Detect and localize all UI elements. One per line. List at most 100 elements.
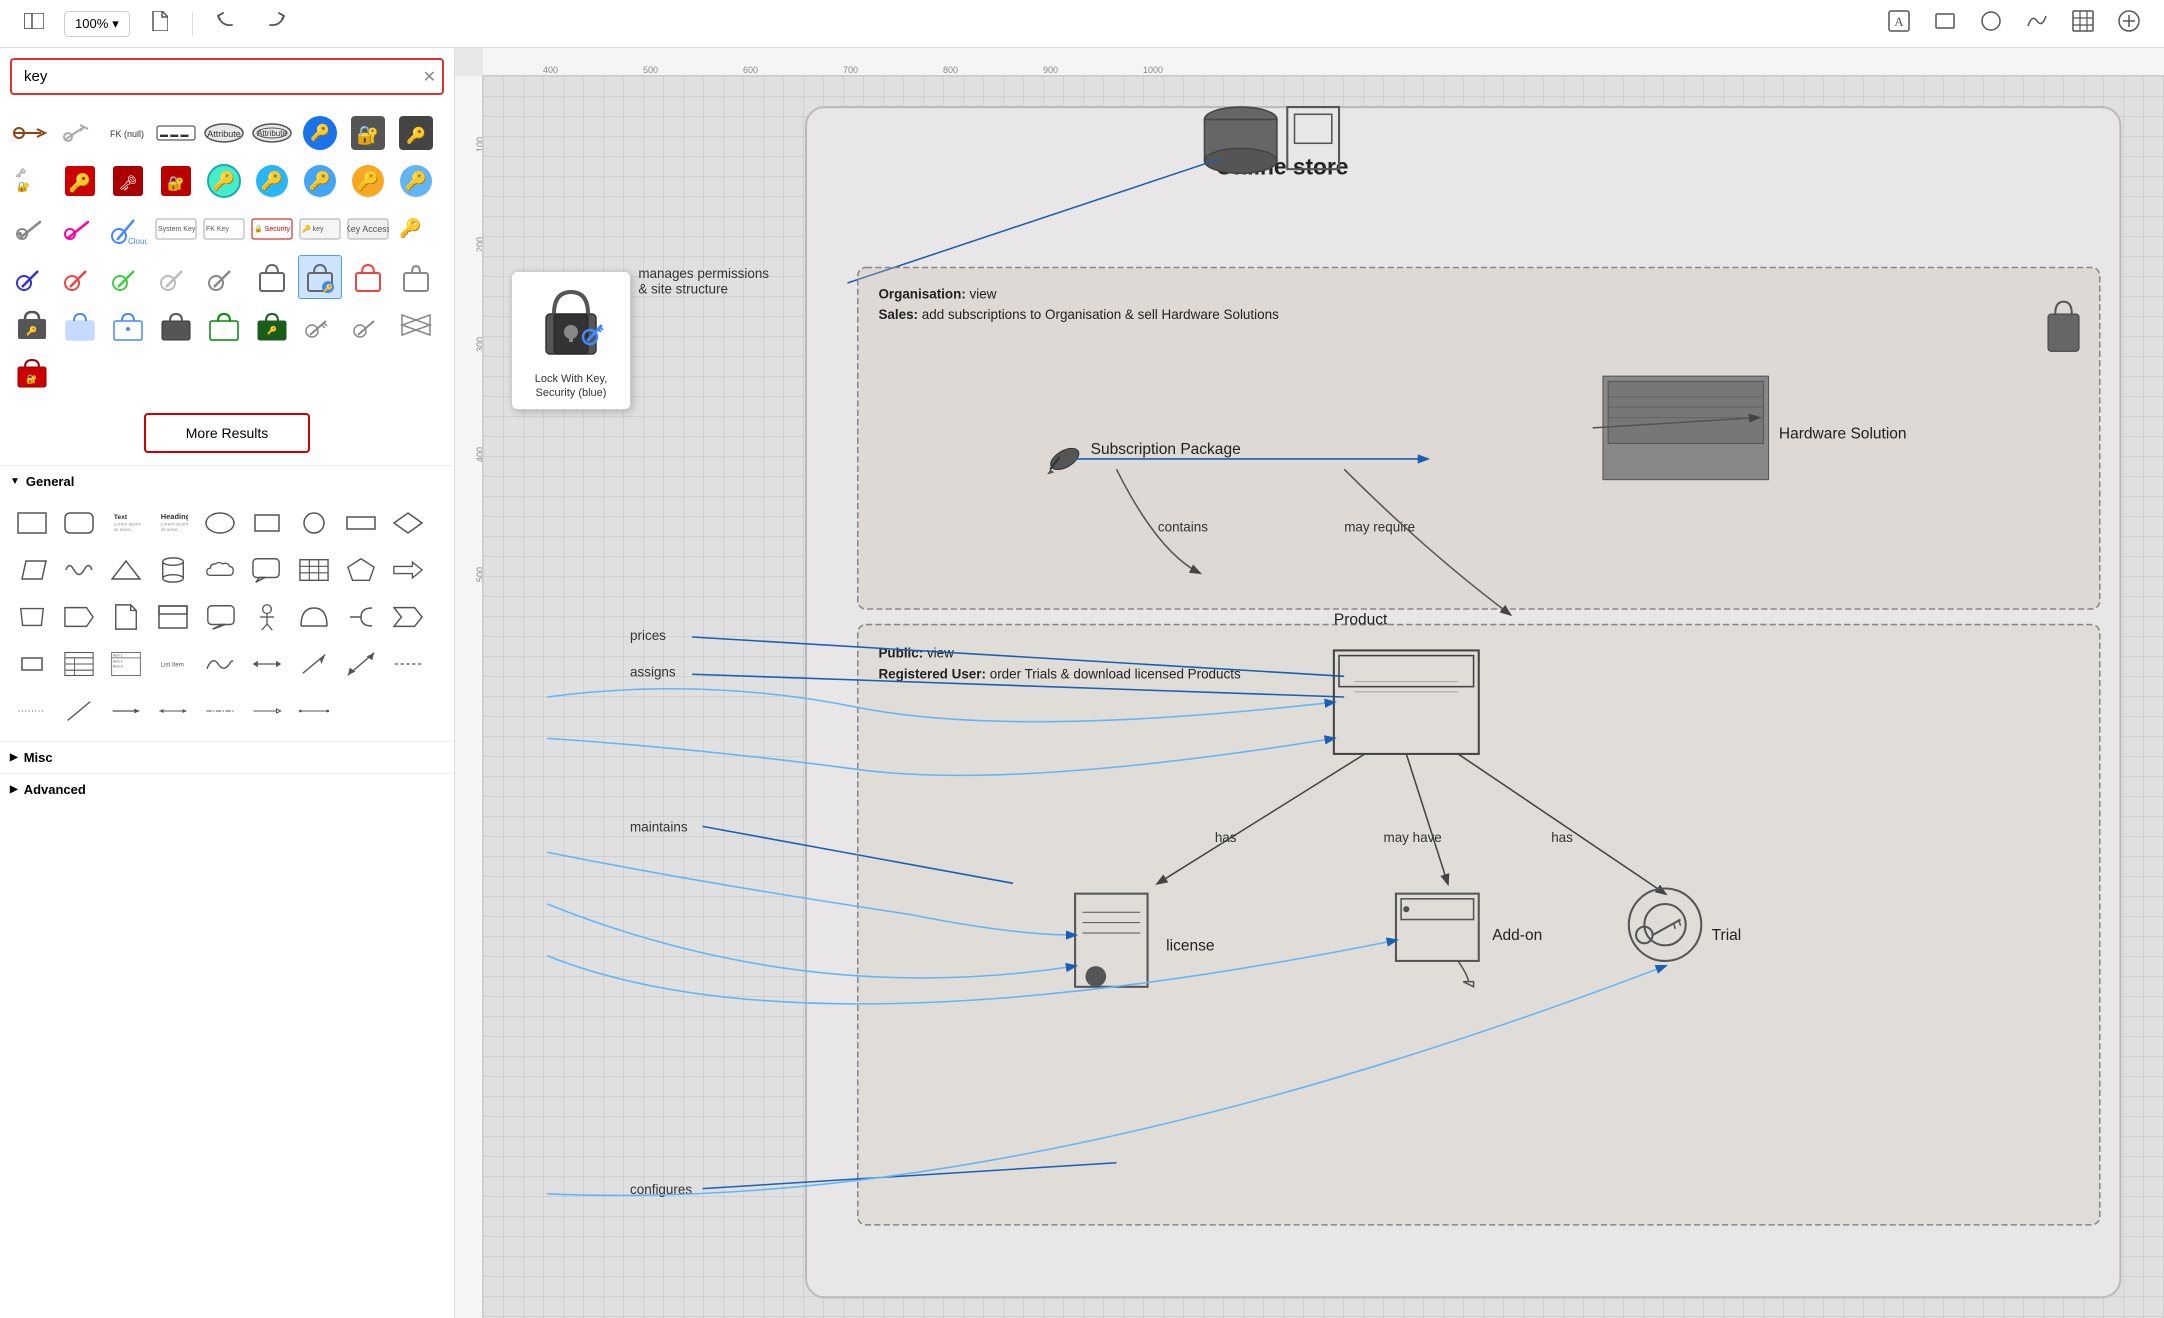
shape-item[interactable]: ▬ ▬ ▬ <box>154 111 198 155</box>
shape-item[interactable]: Attribute <box>202 111 246 155</box>
shape-item[interactable] <box>394 255 438 299</box>
new-file-button[interactable] <box>142 7 176 40</box>
shape-item[interactable] <box>202 255 246 299</box>
gen-shape-h-arrow[interactable] <box>104 689 148 733</box>
curve-tool-button[interactable] <box>2018 6 2056 42</box>
gen-shape-speech-left[interactable] <box>198 595 242 639</box>
gen-shape-triangle[interactable] <box>104 548 148 592</box>
shape-item[interactable]: 🔑 <box>298 159 342 203</box>
shape-item[interactable]: 🗝 <box>106 159 150 203</box>
gen-shape-rect[interactable] <box>10 501 54 545</box>
search-input[interactable] <box>10 58 444 95</box>
more-results-button[interactable]: More Results <box>144 413 310 453</box>
gen-shape-person[interactable] <box>245 595 289 639</box>
gen-shape-wave[interactable] <box>57 548 101 592</box>
gen-shape-list-item[interactable]: Item 1Item 2Item 3 <box>104 642 148 686</box>
shape-item[interactable] <box>106 303 150 347</box>
gen-shape-rounded-rect[interactable] <box>57 501 101 545</box>
gen-shape-diagonal-arrow[interactable] <box>292 642 336 686</box>
gen-shape-dbl-h-arrow[interactable] <box>151 689 195 733</box>
gen-shape-wide-rect[interactable] <box>339 501 383 545</box>
gen-shape-split-rect[interactable] <box>151 595 195 639</box>
shape-item[interactable]: 🔑 <box>394 207 438 251</box>
gen-shape-arrow[interactable] <box>386 548 430 592</box>
gen-shape-half-circle[interactable] <box>292 595 336 639</box>
shape-item[interactable] <box>58 111 102 155</box>
gen-shape-cloud[interactable] <box>198 548 242 592</box>
shape-item[interactable] <box>106 255 150 299</box>
shape-item[interactable] <box>346 303 390 347</box>
rect-tool-button[interactable] <box>1926 6 1964 42</box>
shape-item[interactable] <box>346 255 390 299</box>
shape-item-active[interactable]: 🔑 <box>298 255 342 299</box>
canvas-area[interactable]: Online store manages permissions & site … <box>483 76 2164 1318</box>
shape-item[interactable] <box>10 255 54 299</box>
search-clear-button[interactable]: ✕ <box>423 67 436 87</box>
gen-shape-complex-dash[interactable] <box>198 689 242 733</box>
gen-shape-pentagon-arrow[interactable] <box>57 595 101 639</box>
gen-shape-text[interactable]: TextLorem ipsum dolorsit amet... <box>104 501 148 545</box>
gen-shape-dashed[interactable] <box>386 642 430 686</box>
gen-shape-diagonal-arrow2[interactable] <box>339 642 383 686</box>
shape-item[interactable]: 🔑 <box>58 159 102 203</box>
gen-shape-connector[interactable] <box>292 689 336 733</box>
gen-shape-complex-table[interactable] <box>57 642 101 686</box>
gen-shape-double-arrow[interactable] <box>245 642 289 686</box>
gen-shape-table[interactable] <box>292 548 336 592</box>
gen-shape-dotted[interactable] <box>10 689 54 733</box>
ellipse-tool-button[interactable] <box>1972 6 2010 42</box>
gen-shape-arrow-r2[interactable] <box>245 689 289 733</box>
gen-shape-chevron[interactable] <box>386 595 430 639</box>
shape-item[interactable] <box>250 255 294 299</box>
shape-item[interactable] <box>394 303 438 347</box>
misc-section-header[interactable]: ▶ Misc <box>0 741 454 773</box>
shape-item[interactable]: 🔑 <box>250 159 294 203</box>
text-tool-button[interactable]: A <box>1880 6 1918 42</box>
shape-item[interactable]: 🔑 <box>202 159 246 203</box>
gen-shape-ellipse[interactable] <box>198 501 242 545</box>
gen-shape-pentagon[interactable] <box>339 548 383 592</box>
gen-shape-circle[interactable] <box>292 501 336 545</box>
shape-item[interactable]: 🔑 <box>298 111 342 155</box>
gen-shape-diamond[interactable] <box>386 501 430 545</box>
shape-item[interactable]: 🔑 key <box>298 207 342 251</box>
shape-item[interactable]: 🔑 <box>394 111 438 155</box>
shape-item[interactable]: Key Access <box>346 207 390 251</box>
table-tool-button[interactable] <box>2064 6 2102 42</box>
gen-shape-bracket[interactable] <box>339 595 383 639</box>
gen-shape-squiggle[interactable] <box>198 642 242 686</box>
shape-item[interactable] <box>154 303 198 347</box>
shape-item[interactable]: 🔑 <box>394 159 438 203</box>
shape-item[interactable]: 🔐 <box>10 351 54 395</box>
shape-item[interactable] <box>10 207 54 251</box>
shape-item[interactable] <box>10 111 54 155</box>
panel-toggle-button[interactable] <box>16 9 52 38</box>
shape-item[interactable]: 🔐 <box>154 159 198 203</box>
gen-shape-list-label[interactable]: List Item <box>151 642 195 686</box>
shape-item[interactable] <box>58 207 102 251</box>
shape-item[interactable]: 🔑 <box>10 303 54 347</box>
undo-button[interactable] <box>209 8 245 39</box>
gen-shape-speech[interactable] <box>245 548 289 592</box>
shape-item[interactable] <box>58 255 102 299</box>
zoom-button[interactable]: 100% ▾ <box>64 11 130 37</box>
main-canvas[interactable]: 400 500 600 700 800 900 1000 100 200 300… <box>455 48 2164 1318</box>
shape-item[interactable]: Cloud <box>106 207 150 251</box>
shape-item[interactable]: 🔑 <box>250 303 294 347</box>
shape-item[interactable]: 🔑 <box>346 159 390 203</box>
shape-item[interactable]: 🔐 <box>346 111 390 155</box>
shape-item[interactable]: System Key <box>154 207 198 251</box>
gen-shape-heading[interactable]: HeadingLorem ipsum dolorsit amet... <box>151 501 195 545</box>
shape-item[interactable] <box>298 303 342 347</box>
shape-item[interactable]: 🔒 Security <box>250 207 294 251</box>
gen-shape-cylinder[interactable] <box>151 548 195 592</box>
gen-shape-page[interactable] <box>104 595 148 639</box>
shape-item[interactable]: Attribute <box>250 111 294 155</box>
advanced-section-header[interactable]: ▶ Advanced <box>0 773 454 805</box>
gen-shape-parallelogram[interactable] <box>10 548 54 592</box>
insert-tool-button[interactable] <box>2110 6 2148 42</box>
shape-item[interactable]: FK (null) <box>106 111 150 155</box>
redo-button[interactable] <box>257 8 293 39</box>
shape-item[interactable] <box>154 255 198 299</box>
gen-shape-slash[interactable] <box>57 689 101 733</box>
